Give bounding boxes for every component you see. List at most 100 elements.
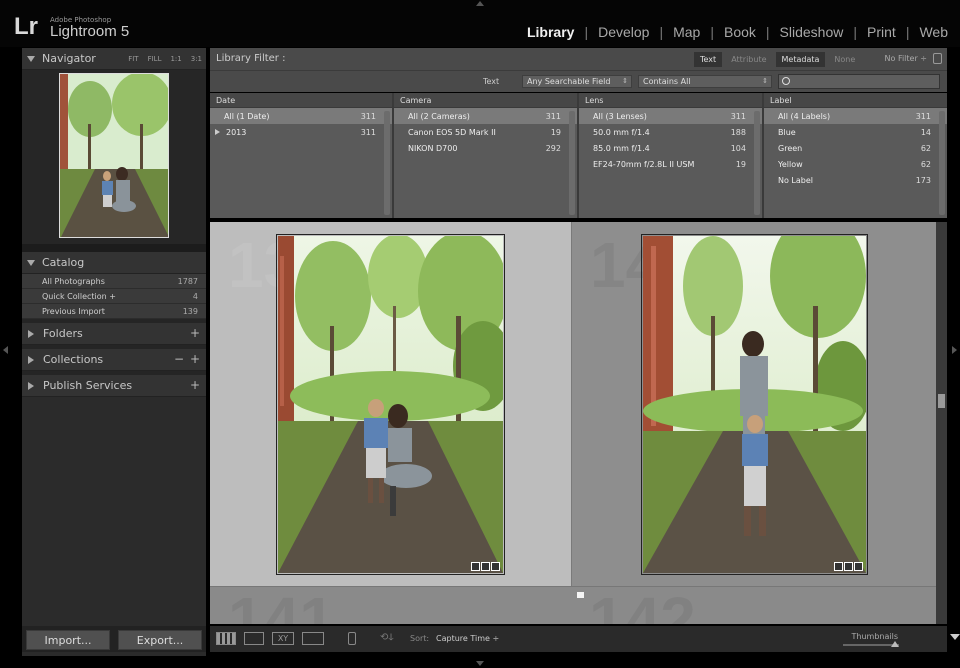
metadata-row[interactable]: 50.0 mm f/1.4 188 [579,124,762,140]
remove-collection-icon[interactable]: − [174,353,184,365]
column-scrollbar[interactable] [569,111,575,215]
metadata-column-camera: Camera All (2 Cameras) 311 Canon EOS 5D … [394,93,579,218]
module-print[interactable]: Print [867,24,896,40]
photo-image [278,236,503,573]
metadata-badge-icon[interactable] [471,562,480,571]
metadata-row[interactable]: EF24-70mm f/2.8L II USM 19 [579,156,762,172]
toolbar-menu-chevron-icon[interactable] [950,634,960,640]
add-collection-icon[interactable]: + [190,353,200,365]
metadata-row[interactable]: Yellow 62 [764,156,947,172]
develop-badge-icon[interactable] [491,562,500,571]
add-folder-icon[interactable]: + [190,327,200,339]
metadata-badge-icon[interactable] [834,562,843,571]
catalog-item-previous-import[interactable]: Previous Import 139 [22,304,206,319]
thumbnail-badges [471,562,500,571]
metadata-browser: Date All (1 Date) 311 2013 311 Camera Al… [210,93,947,218]
module-web[interactable]: Web [919,24,948,40]
grid-cell-selected[interactable]: 139 [210,222,571,586]
zoom-3-1[interactable]: 3:1 [191,55,202,63]
column-scrollbar[interactable] [939,111,945,215]
metadata-row[interactable]: All (3 Lenses) 311 [579,108,762,124]
navigator-thumbnail[interactable] [59,73,169,238]
app-name: Lightroom 5 [50,23,130,40]
zoom-fit[interactable]: FIT [128,55,138,63]
zoom-fill[interactable]: FILL [148,55,162,63]
bottom-toolbar: XY ⟲ↆ Sort: Capture Time ÷ Thumbnails [210,626,947,652]
navigator-zoom-options: FIT FILL 1:1 3:1 [128,55,202,63]
photo-thumbnail[interactable] [641,234,868,575]
catalog-item-quick-collection[interactable]: Quick Collection + 4 [22,289,206,304]
metadata-row[interactable]: 2013 311 [210,124,392,140]
export-button[interactable]: Export... [118,630,202,650]
filter-tab-text[interactable]: Text [694,52,723,67]
import-button[interactable]: Import... [26,630,110,650]
metadata-row[interactable]: All (4 Labels) 311 [764,108,947,124]
filter-tab-none[interactable]: None [828,52,861,67]
module-map[interactable]: Map [673,24,700,40]
column-header-label[interactable]: Label [764,93,947,108]
survey-view-icon[interactable] [302,632,324,645]
metadata-row[interactable]: Canon EOS 5D Mark II 19 [394,124,577,140]
compare-view-icon[interactable]: XY [272,632,294,645]
publish-services-header[interactable]: Publish Services + [22,375,206,397]
develop-badge-icon[interactable] [854,562,863,571]
lock-icon[interactable] [933,53,942,64]
zoom-1-1[interactable]: 1:1 [170,55,181,63]
column-scrollbar[interactable] [384,111,390,215]
left-panel: Navigator FIT FILL 1:1 3:1 Catalog All P… [22,48,206,656]
filter-tab-attribute[interactable]: Attribute [725,52,772,67]
module-develop[interactable]: Develop [598,24,649,40]
metadata-row[interactable]: Blue 14 [764,124,947,140]
sort-direction-icon[interactable]: ⟲ↆ [380,632,402,645]
search-input[interactable] [778,74,940,89]
painter-icon[interactable] [348,632,356,645]
expand-triangle-icon[interactable] [215,129,220,135]
column-header-lens[interactable]: Lens [579,93,762,108]
column-header-date[interactable]: Date [210,93,392,108]
catalog-header[interactable]: Catalog [22,252,206,274]
cell-index-number: 141 [228,584,335,624]
grid-scrollbar[interactable] [936,222,947,624]
photo-thumbnail[interactable] [276,234,505,575]
dropdown-arrow-icon: ⇕ [622,77,628,85]
metadata-row[interactable]: All (2 Cameras) 311 [394,108,577,124]
navigator-photo-image [60,74,168,237]
collection-badge-icon[interactable] [844,562,853,571]
sort-dropdown[interactable]: Capture Time ÷ [436,634,499,643]
scrollbar-thumb[interactable] [938,394,945,408]
title-bar: Lr Adobe Photoshop Lightroom 5 Library |… [0,0,960,47]
searchable-field-dropdown[interactable]: Any Searchable Field ⇕ [522,75,632,88]
filter-preset-dropdown[interactable]: No Filter ÷ [885,54,927,63]
collection-badge-icon[interactable] [481,562,490,571]
right-panel-toggle[interactable] [952,346,957,354]
flag-icon[interactable] [577,592,584,598]
metadata-column-label: Label All (4 Labels) 311 Blue 14 Green 6… [764,93,947,218]
module-book[interactable]: Book [724,24,756,40]
column-header-camera[interactable]: Camera [394,93,577,108]
collapse-triangle-icon [27,55,35,62]
collections-header[interactable]: Collections − + [22,349,206,371]
metadata-row[interactable]: NIKON D700 292 [394,140,577,156]
loupe-view-icon[interactable] [244,632,264,645]
metadata-row[interactable]: Green 62 [764,140,947,156]
grid-cell[interactable]: 140 [571,222,936,586]
column-scrollbar[interactable] [754,111,760,215]
folders-header[interactable]: Folders + [22,323,206,345]
filmstrip-toggle[interactable] [476,661,484,666]
left-panel-toggle[interactable] [3,346,8,354]
navigator-header[interactable]: Navigator FIT FILL 1:1 3:1 [22,48,206,70]
match-rule-dropdown[interactable]: Contains All ⇕ [638,75,772,88]
metadata-row[interactable]: All (1 Date) 311 [210,108,392,124]
top-panel-toggle[interactable] [476,1,484,6]
collections-title: Collections [43,353,104,366]
folders-title: Folders [43,327,83,340]
add-publish-service-icon[interactable]: + [190,379,200,391]
filter-tab-metadata[interactable]: Metadata [775,52,826,67]
metadata-row[interactable]: No Label 173 [764,172,947,188]
catalog-item-all-photographs[interactable]: All Photographs 1787 [22,274,206,289]
module-library[interactable]: Library [527,24,574,40]
slider-knob[interactable] [891,641,899,647]
grid-view-icon[interactable] [216,632,236,645]
module-slideshow[interactable]: Slideshow [780,24,844,40]
metadata-row[interactable]: 85.0 mm f/1.4 104 [579,140,762,156]
